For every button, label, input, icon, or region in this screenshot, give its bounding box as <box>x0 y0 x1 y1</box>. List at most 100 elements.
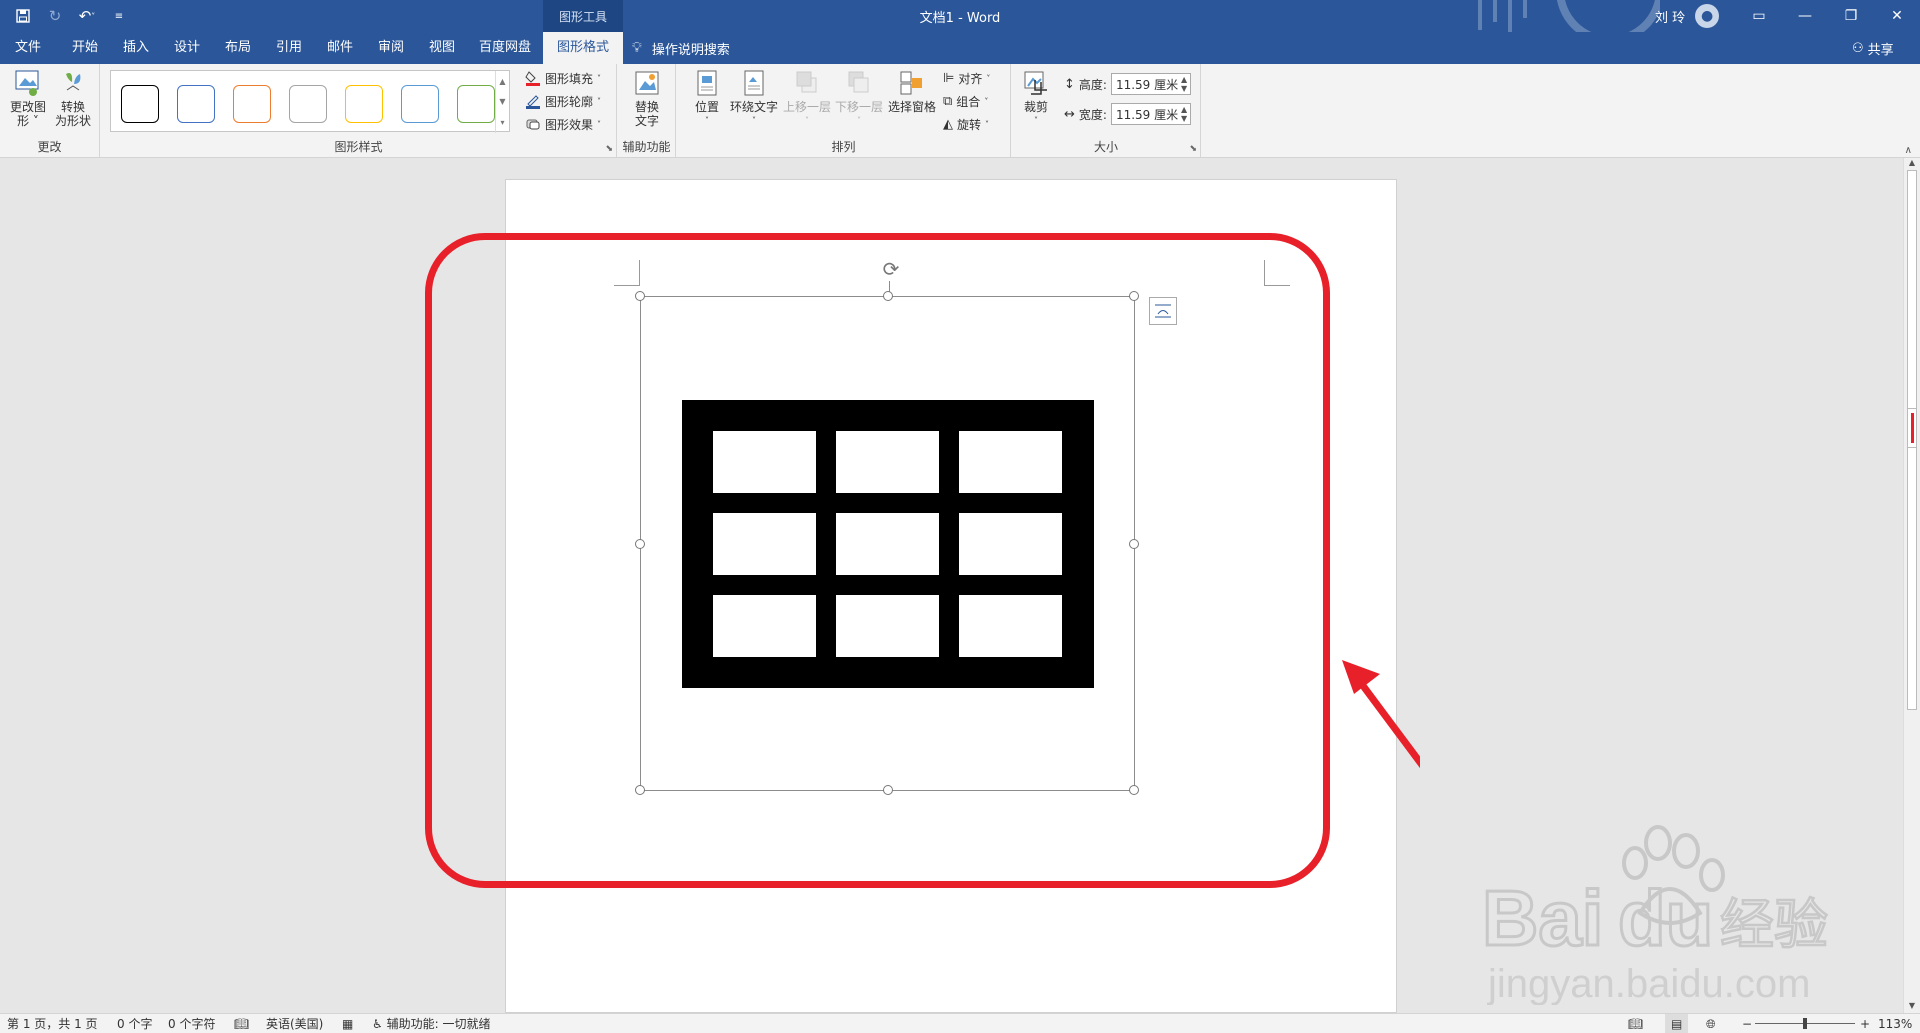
group-label-graphic-styles: 图形样式 <box>334 140 383 154</box>
undo-icon[interactable]: ↶ ˅ <box>74 3 100 29</box>
tab-design[interactable]: 设计 <box>166 32 208 64</box>
alt-text-button[interactable]: 替换 文字 <box>627 68 667 128</box>
graphic-effects-button[interactable]: 图形效果 ˅ <box>525 114 601 134</box>
align-button[interactable]: ⊫ 对齐 ˅ <box>943 68 990 88</box>
tab-mailings[interactable]: 邮件 <box>319 32 361 64</box>
tab-shape-format[interactable]: 图形格式 <box>543 32 623 64</box>
pen-icon <box>526 95 540 109</box>
graphic-outline-button[interactable]: 图形轮廓 ˅ <box>525 91 601 111</box>
style-swatch-1[interactable] <box>121 85 159 123</box>
share-button[interactable]: ⚇ 共享 <box>1852 32 1894 64</box>
height-icon: ↕ <box>1064 76 1075 92</box>
group-size: 裁剪 ˅ ↕ 高度: 11.59 厘米 ▲ ▼ ↔ 宽度: 11.59 厘米 ▲ ▼ … <box>1012 64 1201 158</box>
scroll-down-icon[interactable]: ▼ <box>1904 1001 1920 1013</box>
group-label-arrange: 排列 <box>831 140 856 154</box>
web-layout-icon[interactable]: 🌐︎ <box>1706 1014 1716 1033</box>
scroll-position-marker <box>1907 408 1917 448</box>
user-name: 刘 玲 <box>1655 10 1686 26</box>
style-swatch-7[interactable] <box>457 85 495 123</box>
page-count[interactable]: 第 1 页，共 1 页 <box>7 1014 98 1033</box>
tab-insert[interactable]: 插入 <box>115 32 157 64</box>
size-dialog-launcher-icon[interactable]: ⬊ <box>1189 144 1197 154</box>
scroll-up-icon[interactable]: ▲ <box>1904 158 1920 170</box>
tab-layout[interactable]: 布局 <box>217 32 259 64</box>
send-backward-button[interactable]: 下移一层 ˅ <box>834 68 884 128</box>
close-icon[interactable]: ✕ <box>1874 0 1920 32</box>
change-graphic-button[interactable]: 更改图 形 ˅ <box>8 68 48 128</box>
wrap-text-icon <box>744 70 764 96</box>
gallery-scroll[interactable]: ▲ ▼ ▾ <box>495 71 509 133</box>
macro-icon[interactable]: ▦ <box>342 1014 353 1033</box>
zoom-out-icon[interactable]: − <box>1742 1014 1752 1033</box>
position-icon <box>697 70 717 96</box>
style-gallery[interactable]: ▲ ▼ ▾ <box>110 70 510 133</box>
height-input[interactable]: 11.59 厘米 ▲ ▼ <box>1110 73 1191 95</box>
gallery-up-icon[interactable]: ▲ <box>499 77 505 86</box>
accessibility-status[interactable]: ♿︎ 辅助功能: 一切就绪 <box>372 1014 490 1033</box>
gallery-more-icon[interactable]: ▾ <box>500 118 504 127</box>
height-spinner[interactable]: ▲ ▼ <box>1178 75 1190 93</box>
gallery-down-icon[interactable]: ▼ <box>499 97 505 106</box>
zoom-slider-knob[interactable] <box>1803 1018 1807 1029</box>
tell-me-search[interactable]: 💡︎ 操作说明搜索 <box>632 32 730 64</box>
minimize-icon[interactable]: — <box>1782 0 1828 32</box>
word-count[interactable]: 0 个字 <box>117 1014 152 1033</box>
print-layout-icon[interactable]: ▤ <box>1665 1014 1689 1033</box>
group-label-size: 大小 <box>1093 140 1118 154</box>
vertical-scrollbar[interactable]: ▲ ▼ <box>1903 158 1920 1013</box>
paint-bucket-icon <box>525 71 540 86</box>
lightbulb-icon: 💡︎ <box>632 40 642 56</box>
convert-to-shape-button[interactable]: 转换 为形状 <box>52 68 94 128</box>
collapse-ribbon-icon[interactable]: ∧ <box>1905 145 1912 156</box>
proofing-icon[interactable]: 📖︎ <box>234 1014 249 1033</box>
accessibility-icon: ♿︎ <box>372 1017 383 1031</box>
style-swatch-6[interactable] <box>401 85 439 123</box>
language[interactable]: 英语(美国) <box>266 1014 323 1033</box>
zoom-in-icon[interactable]: + <box>1860 1014 1870 1033</box>
style-swatch-5[interactable] <box>345 85 383 123</box>
style-swatch-3[interactable] <box>233 85 271 123</box>
redo-icon[interactable]: ↻ <box>42 3 68 29</box>
alt-text-icon <box>635 71 659 95</box>
rotate-button[interactable]: ◭ 旋转 ˅ <box>943 114 989 134</box>
tab-file[interactable]: 文件 <box>0 32 56 64</box>
style-swatch-2[interactable] <box>177 85 215 123</box>
width-control: ↔ 宽度: 11.59 厘米 ▲ ▼ <box>1064 103 1191 125</box>
group-change: 更改图 形 ˅ 转换 为形状 更改 <box>0 64 100 158</box>
selection-pane-button[interactable]: 选择窗格 <box>886 68 938 114</box>
style-swatch-4[interactable] <box>289 85 327 123</box>
width-input[interactable]: 11.59 厘米 ▲ ▼ <box>1110 103 1191 125</box>
zoom-level[interactable]: 113% <box>1878 1014 1912 1033</box>
tab-review[interactable]: 审阅 <box>370 32 412 64</box>
send-backward-icon <box>848 71 869 93</box>
user-account[interactable]: 刘 玲 ● <box>1655 0 1720 32</box>
avatar[interactable]: ● <box>1695 4 1720 28</box>
svg-text:Bai: Bai <box>1482 874 1603 962</box>
dialog-launcher-icon[interactable]: ⬊ <box>605 144 613 154</box>
annotation-arrow-icon <box>1342 660 1420 769</box>
restore-icon[interactable]: ❐ <box>1828 0 1874 32</box>
annotation-highlight-box <box>425 233 1330 888</box>
width-icon: ↔ <box>1064 106 1075 122</box>
tab-view[interactable]: 视图 <box>421 32 463 64</box>
bring-forward-button[interactable]: 上移一层 ˅ <box>782 68 832 128</box>
group-arrange: 位置 ˅ 环绕文字 ˅ 上移一层 ˅ 下移一层 ˅ 选择窗格 ⊫ 对齐 ˅ ⧉ 组合 ˅ ◭… <box>677 64 1011 158</box>
crop-button[interactable]: 裁剪 ˅ <box>1020 68 1052 128</box>
ribbon-display-icon[interactable]: ▭ <box>1736 0 1782 32</box>
tab-home[interactable]: 开始 <box>64 32 106 64</box>
group-objects-button[interactable]: ⧉ 组合 ˅ <box>943 91 988 111</box>
char-count[interactable]: 0 个字符 <box>168 1014 215 1033</box>
graphic-fill-button[interactable]: 图形填充 ˅ <box>525 68 601 88</box>
save-icon[interactable] <box>10 3 36 29</box>
position-button[interactable]: 位置 ˅ <box>690 68 724 128</box>
height-control: ↕ 高度: 11.59 厘米 ▲ ▼ <box>1064 73 1191 95</box>
share-label: 共享 <box>1867 42 1894 58</box>
group-graphic-styles: ▲ ▼ ▾ 图形填充 ˅ 图形轮廓 ˅ 图形效果 ˅ 图形样式 ⬊ <box>101 64 617 158</box>
wrap-text-button[interactable]: 环绕文字 ˅ <box>728 68 780 128</box>
align-icon: ⊫ <box>943 70 955 86</box>
customize-icon[interactable]: ≡ <box>106 3 132 29</box>
tab-references[interactable]: 引用 <box>268 32 310 64</box>
width-spinner[interactable]: ▲ ▼ <box>1178 105 1190 123</box>
tab-baidu-netdisk[interactable]: 百度网盘 <box>472 32 538 64</box>
read-mode-icon[interactable]: 📖︎ <box>1628 1014 1643 1033</box>
